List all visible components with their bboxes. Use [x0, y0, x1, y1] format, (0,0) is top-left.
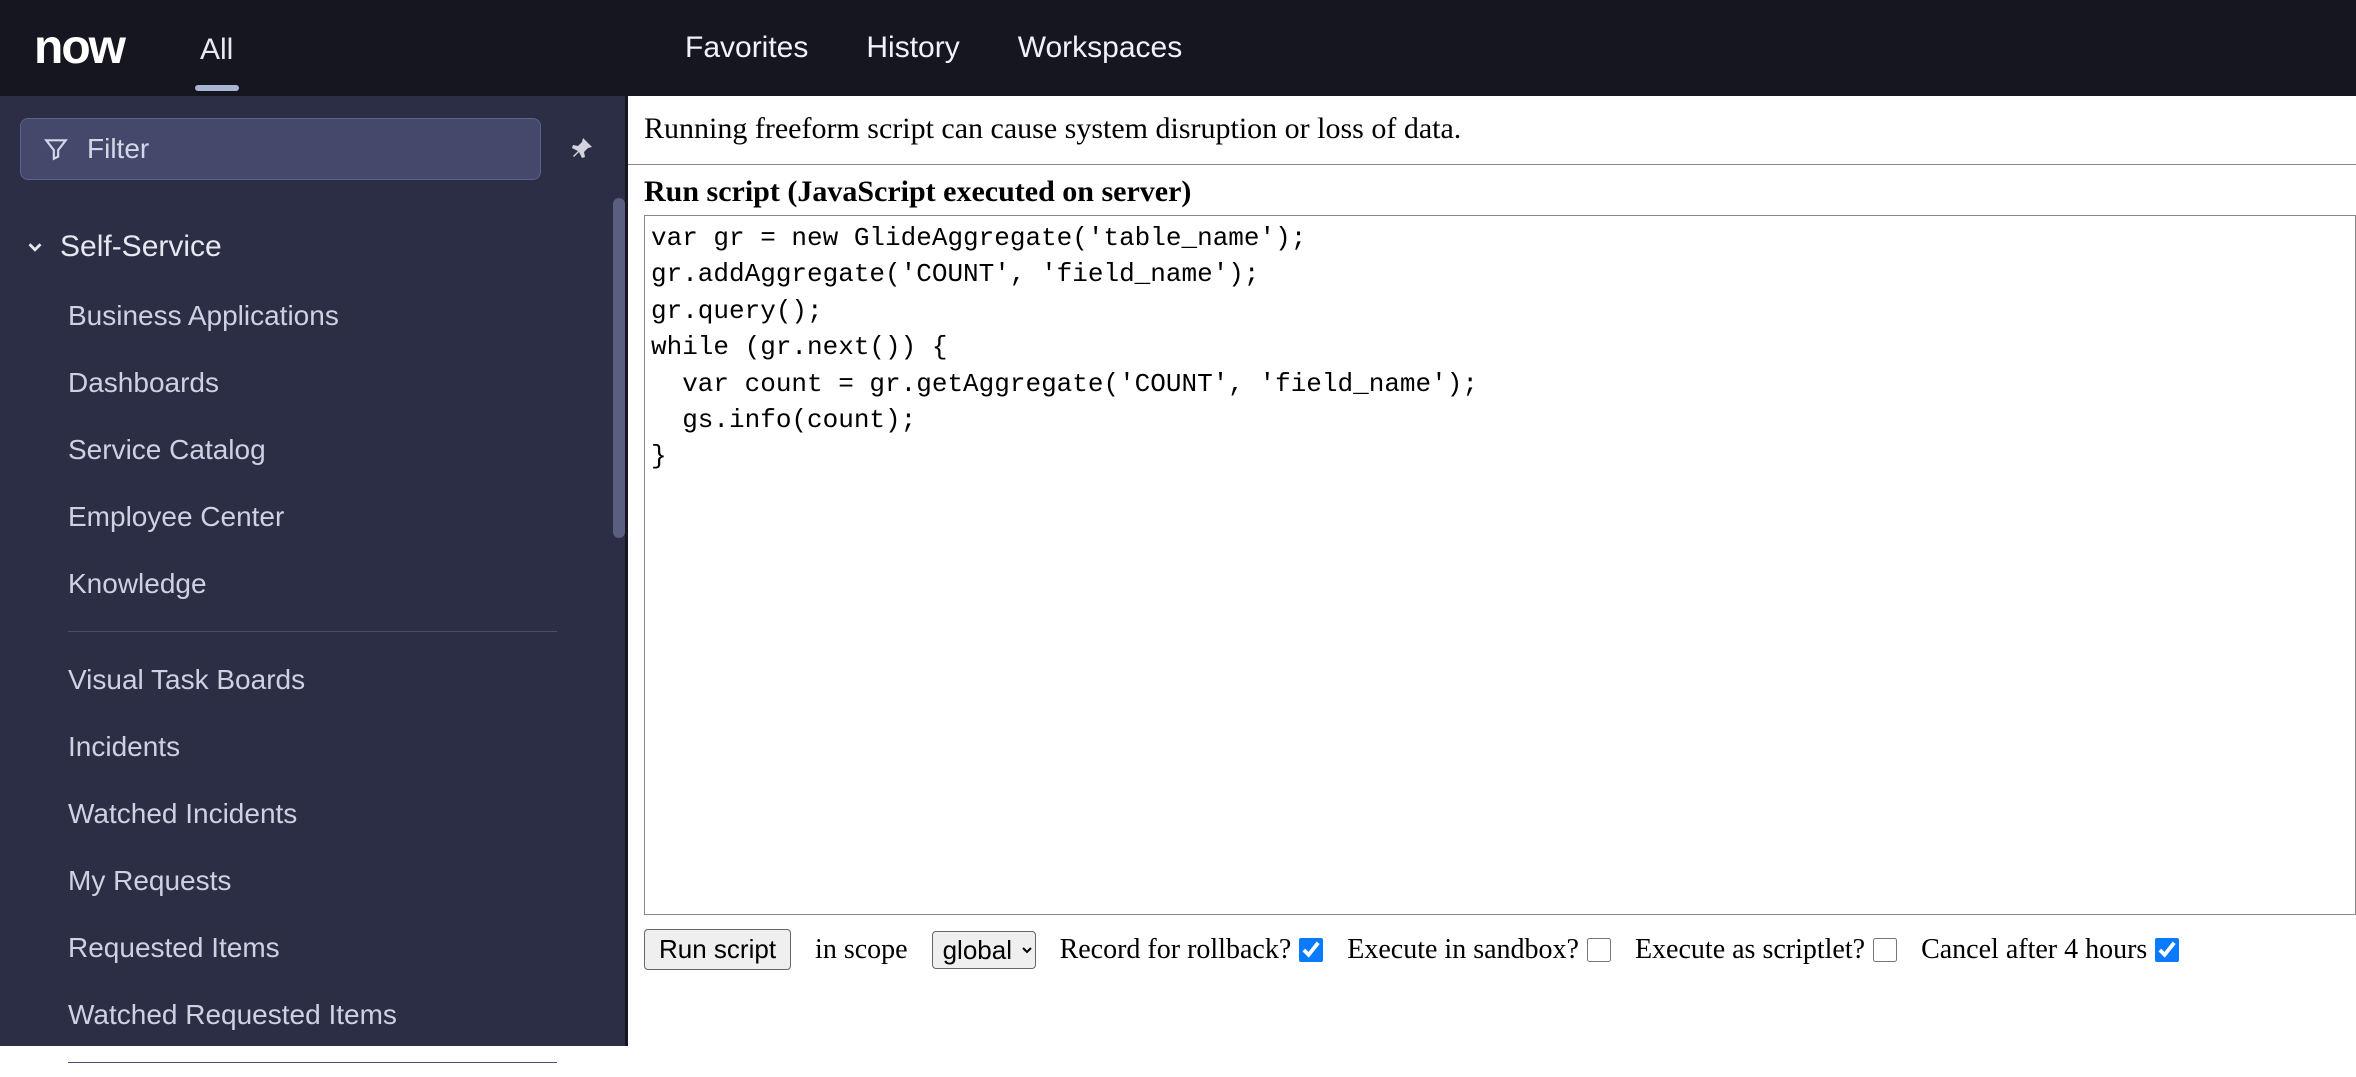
topbar: now All Favorites History Workspaces — [0, 0, 2356, 96]
cancel-after-control[interactable]: Cancel after 4 hours — [1921, 934, 2179, 966]
topbar-left: now All — [0, 3, 627, 93]
nav-item-knowledge[interactable]: Knowledge — [0, 550, 625, 617]
filter-input[interactable]: Filter — [20, 118, 541, 180]
nav-item-visual-task-boards[interactable]: Visual Task Boards — [0, 646, 625, 713]
in-scope-label: in scope — [815, 934, 908, 966]
section-title: Run script (JavaScript executed on serve… — [628, 165, 2356, 215]
scope-select[interactable]: global — [932, 931, 1036, 969]
nav-item-watched-requested-items[interactable]: Watched Requested Items — [0, 981, 625, 1048]
record-rollback-label: Record for rollback? — [1060, 934, 1292, 966]
nav-item-watched-incidents[interactable]: Watched Incidents — [0, 780, 625, 847]
pin-button[interactable] — [561, 127, 605, 171]
warning-text: Running freeform script can cause system… — [628, 96, 2356, 165]
nav-item-service-catalog[interactable]: Service Catalog — [0, 416, 625, 483]
nav-item-incidents[interactable]: Incidents — [0, 713, 625, 780]
execute-sandbox-control[interactable]: Execute in sandbox? — [1347, 934, 1611, 966]
cancel-after-checkbox[interactable] — [2155, 938, 2179, 962]
topnav-history[interactable]: History — [848, 21, 977, 75]
chevron-down-icon — [24, 236, 46, 258]
run-script-button[interactable]: Run script — [644, 929, 791, 970]
nav-divider-2 — [68, 1062, 557, 1063]
scrollbar[interactable] — [613, 198, 625, 538]
nav-section-label: Self-Service — [60, 230, 222, 264]
record-rollback-checkbox[interactable] — [1299, 938, 1323, 962]
main: Running freeform script can cause system… — [627, 96, 2356, 1046]
funnel-icon — [43, 136, 69, 162]
topbar-right: Favorites History Workspaces — [627, 21, 1200, 75]
topnav-favorites[interactable]: Favorites — [667, 21, 826, 75]
nav-divider — [68, 631, 557, 632]
nav-item-employee-center[interactable]: Employee Center — [0, 483, 625, 550]
nav: Self-Service Business Applications Dashb… — [0, 198, 625, 1077]
nav-item-business-applications[interactable]: Business Applications — [0, 282, 625, 349]
pin-icon — [571, 137, 595, 161]
execute-sandbox-label: Execute in sandbox? — [1347, 934, 1579, 966]
nav-item-requested-items[interactable]: Requested Items — [0, 914, 625, 981]
filter-placeholder: Filter — [87, 133, 149, 165]
record-rollback-control[interactable]: Record for rollback? — [1060, 934, 1324, 966]
execute-scriptlet-control[interactable]: Execute as scriptlet? — [1635, 934, 1897, 966]
cancel-after-label: Cancel after 4 hours — [1921, 934, 2147, 966]
nav-item-dashboards[interactable]: Dashboards — [0, 349, 625, 416]
controls: Run script in scope global Record for ro… — [628, 915, 2356, 984]
logo: now — [34, 24, 124, 72]
tab-all[interactable]: All — [180, 3, 253, 93]
sidebar-top: Filter — [0, 96, 625, 198]
execute-sandbox-checkbox[interactable] — [1587, 938, 1611, 962]
script-textarea[interactable] — [644, 215, 2356, 915]
sidebar: Filter Self-Service Business Application… — [0, 96, 627, 1046]
execute-scriptlet-checkbox[interactable] — [1873, 938, 1897, 962]
nav-section-self-service[interactable]: Self-Service — [0, 212, 625, 282]
nav-item-my-requests[interactable]: My Requests — [0, 847, 625, 914]
execute-scriptlet-label: Execute as scriptlet? — [1635, 934, 1865, 966]
topnav-workspaces[interactable]: Workspaces — [1000, 21, 1201, 75]
